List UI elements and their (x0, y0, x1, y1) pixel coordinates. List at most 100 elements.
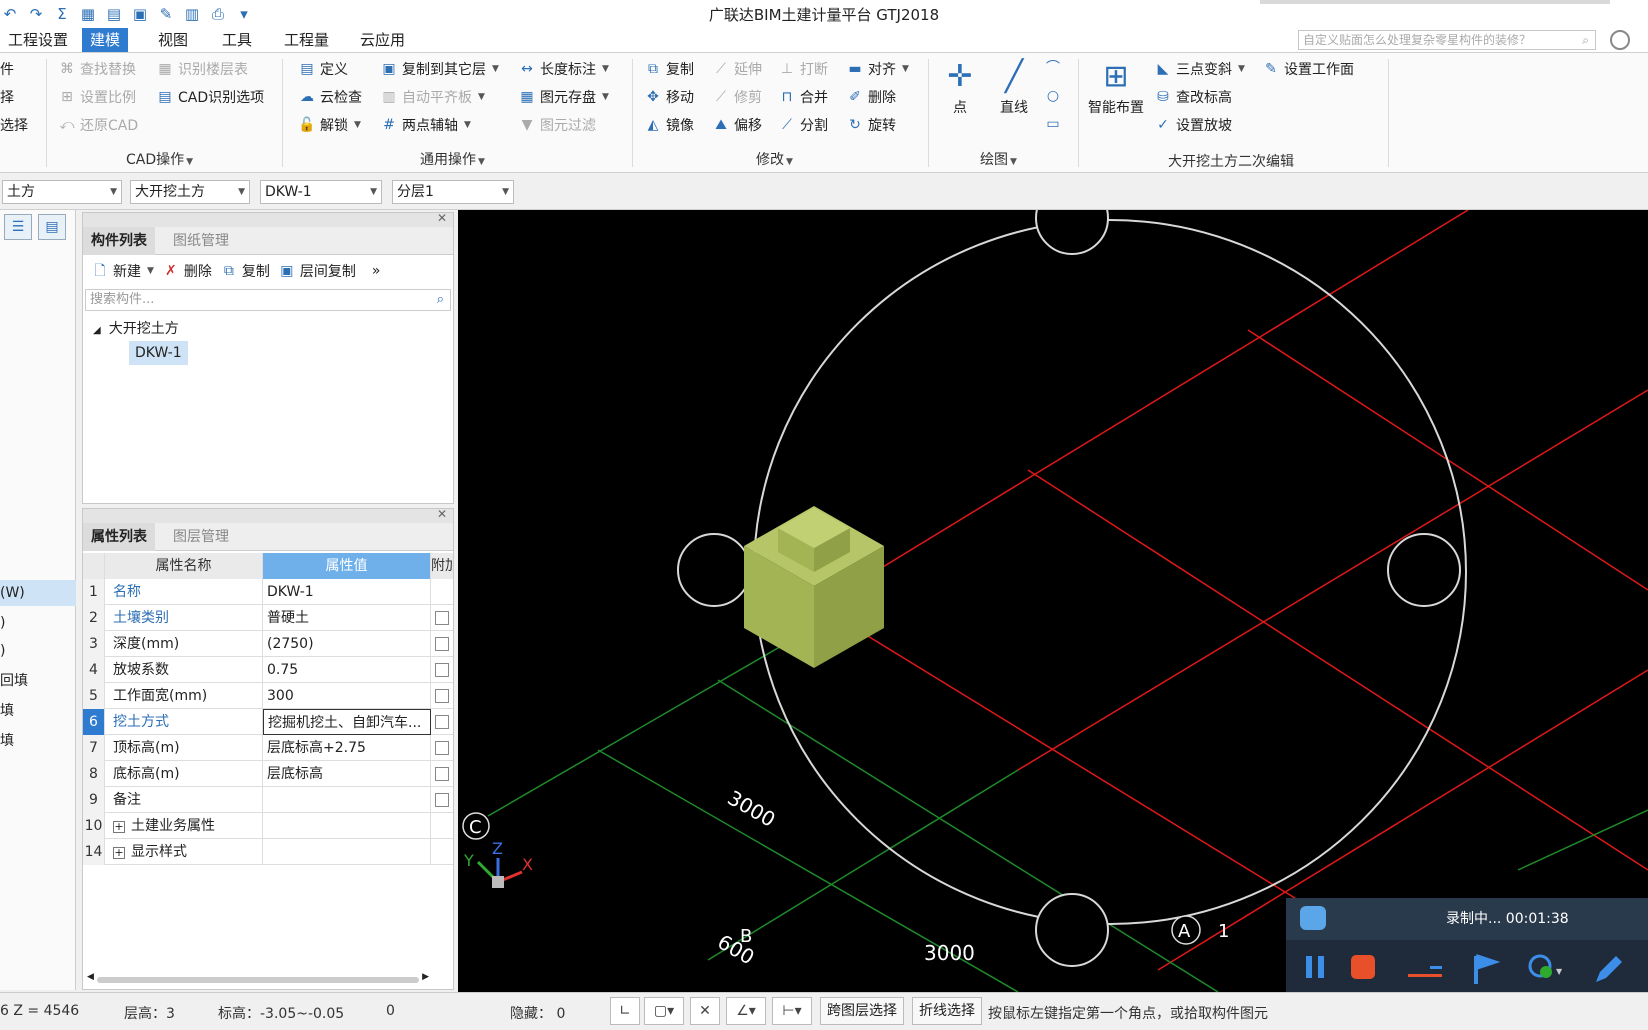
layer-select[interactable]: 分层1 ▼ (392, 180, 514, 204)
tab-tools[interactable]: 工具 (214, 28, 260, 52)
delete-component-button[interactable]: ✗ 删除 (162, 259, 212, 283)
cross-toggle[interactable]: ✕ (690, 997, 720, 1025)
tab-layer-management[interactable]: 图层管理 (165, 523, 237, 551)
edit-elevation-button[interactable]: ⛁ 查改标高 (1154, 85, 1232, 109)
audio-level-button[interactable] (1406, 952, 1442, 982)
align-button[interactable]: ▬ 对齐 ▼ (846, 57, 909, 81)
set-slope-button[interactable]: ✓ 设置放坡 (1154, 113, 1232, 137)
more-tools-button[interactable]: » (372, 259, 381, 283)
additional-checkbox[interactable] (435, 663, 449, 677)
property-value[interactable]: 300 (263, 683, 431, 709)
nav-item-selected[interactable]: (W) (0, 580, 76, 606)
collapse-icon[interactable]: ◢ (93, 325, 101, 336)
pen-button[interactable] (1592, 952, 1622, 982)
search-icon[interactable]: ⌕ (437, 290, 444, 310)
property-value[interactable]: 挖掘机挖土、自卸汽车... (263, 709, 431, 735)
mirror-button[interactable]: ◭ 镜像 (644, 113, 694, 137)
smart-layout-button[interactable]: ⊞ 智能布置 (1084, 57, 1148, 117)
additional-checkbox[interactable] (435, 689, 449, 703)
property-value[interactable]: 普硬土 (263, 605, 431, 631)
component-type-select[interactable]: 大开挖土方 ▼ (130, 180, 250, 204)
list-view-icon[interactable]: ☰ (4, 214, 32, 240)
nav-item[interactable]: ) (0, 638, 76, 664)
cloud-check-button[interactable]: ☁ 云检查 (298, 85, 362, 109)
ribbon-cut-item-2[interactable]: 择 (0, 85, 14, 109)
user-icon[interactable] (1610, 30, 1630, 50)
3d-viewport[interactable]: 3000 600 3000 C B A 1 Y Z X (458, 210, 1648, 992)
property-row[interactable]: 3 深度(mm) (2750) (83, 631, 453, 657)
property-value[interactable]: DKW-1 (263, 579, 431, 605)
tab-drawing-management[interactable]: 图纸管理 (165, 227, 237, 255)
auto-align-slab-button[interactable]: ▥ 自动平齐板 ▼ (380, 85, 485, 109)
property-value[interactable] (263, 787, 431, 813)
tree-item-dkw-1[interactable]: DKW-1 (129, 341, 188, 365)
property-value[interactable]: 0.75 (263, 657, 431, 683)
ribbon-cut-item-3[interactable]: 选择 (0, 113, 28, 137)
merge-button[interactable]: ⊓ 合并 (778, 85, 828, 109)
save-element-button[interactable]: ▦ 图元存盘 ▼ (518, 85, 609, 109)
component-search-input[interactable]: 搜索构件... ⌕ (85, 289, 451, 311)
category-select[interactable]: 土方 ▼ (2, 180, 122, 204)
two-point-axis-button[interactable]: # 两点辅轴 ▼ (380, 113, 471, 137)
expand-icon[interactable]: + (113, 847, 125, 859)
property-row[interactable]: 2 土壤类别 普硬土 (83, 605, 453, 631)
tab-component-list[interactable]: 构件列表 (83, 227, 155, 255)
close-icon[interactable]: ✕ (437, 507, 447, 521)
set-scale-button[interactable]: ⊞ 设置比例 (58, 85, 136, 109)
additional-checkbox[interactable] (435, 793, 449, 807)
cad-identify-options-button[interactable]: ▤ CAD识别选项 (156, 85, 264, 109)
tab-project-settings[interactable]: 工程设置 (0, 28, 76, 52)
arc-icon[interactable]: ⌒ (1044, 59, 1062, 77)
split-button[interactable]: ⟋ 分割 (778, 113, 828, 137)
additional-checkbox[interactable] (435, 637, 449, 651)
property-row[interactable]: 14 + 显示样式 (83, 839, 453, 865)
additional-checkbox[interactable] (435, 715, 449, 729)
angle-toggle[interactable]: ∠▾ (726, 997, 766, 1025)
property-row[interactable]: 8 底标高(m) 层底标高 (83, 761, 453, 787)
copy-between-floors-button[interactable]: ▣ 层间复制 (278, 259, 356, 283)
excavation-box[interactable] (744, 506, 884, 668)
break-button[interactable]: ⊥ 打断 (778, 57, 828, 81)
unlock-button[interactable]: 🔓 解锁 ▼ (298, 113, 361, 137)
group-label-draw[interactable]: 绘图 ▼ (980, 149, 1017, 169)
define-button[interactable]: ▤ 定义 (298, 57, 348, 81)
property-row[interactable]: 4 放坡系数 0.75 (83, 657, 453, 683)
scrollbar-thumb[interactable] (97, 977, 419, 983)
component-select[interactable]: DKW-1 ▼ (260, 180, 382, 204)
property-row[interactable]: 9 备注 (83, 787, 453, 813)
additional-checkbox[interactable] (435, 741, 449, 755)
extend-button[interactable]: ⟋ 延伸 (712, 57, 762, 81)
group-label-modify[interactable]: 修改 ▼ (756, 149, 793, 169)
help-search-input[interactable]: 自定义贴面怎么处理复杂零星构件的装修？ ⌕ (1298, 30, 1596, 50)
property-row[interactable]: 5 工作面宽(mm) 300 (83, 683, 453, 709)
tab-quantities[interactable]: 工程量 (276, 28, 337, 52)
expand-icon[interactable]: + (113, 821, 125, 833)
find-replace-button[interactable]: ⌘ 查找替换 (58, 57, 136, 81)
point-button[interactable]: ✛ 点 (940, 57, 980, 117)
offset-toggle[interactable]: ⊢▾ (772, 997, 812, 1025)
three-point-slope-button[interactable]: ◣ 三点变斜 ▼ (1154, 57, 1245, 81)
identify-floor-table-button[interactable]: ▦ 识别楼层表 (156, 57, 248, 81)
property-value[interactable] (263, 839, 431, 865)
ribbon-cut-item-1[interactable]: 件 (0, 57, 14, 81)
copy-component-button[interactable]: ⧉ 复制 (220, 259, 270, 283)
property-row[interactable]: 7 顶标高(m) 层底标高+2.75 (83, 735, 453, 761)
cross-layer-select-button[interactable]: 跨图层选择 (820, 997, 904, 1025)
property-row[interactable]: 1 名称 DKW-1 (83, 579, 453, 605)
tab-property-list[interactable]: 属性列表 (83, 523, 155, 551)
panel-view-icon[interactable]: ▤ (38, 214, 66, 240)
property-value[interactable]: (2750) (263, 631, 431, 657)
set-work-surface-button[interactable]: ✎ 设置工作面 (1262, 57, 1354, 81)
polyline-select-button[interactable]: 折线选择 (912, 997, 982, 1025)
additional-checkbox[interactable] (435, 767, 449, 781)
pause-button[interactable] (1300, 952, 1330, 982)
restore-cad-button[interactable]: ⤺ 还原CAD (58, 113, 139, 137)
group-label-general[interactable]: 通用操作 ▼ (420, 149, 485, 169)
rotate-button[interactable]: ↻ 旋转 (846, 113, 896, 137)
stop-button[interactable] (1348, 952, 1378, 982)
nav-item[interactable]: ) (0, 610, 76, 636)
tab-cloud[interactable]: 云应用 (352, 28, 413, 52)
group-label-cad[interactable]: CAD操作 ▼ (126, 149, 193, 169)
property-value[interactable]: 层底标高+2.75 (263, 735, 431, 761)
length-dimension-button[interactable]: ↔ 长度标注 ▼ (518, 57, 609, 81)
